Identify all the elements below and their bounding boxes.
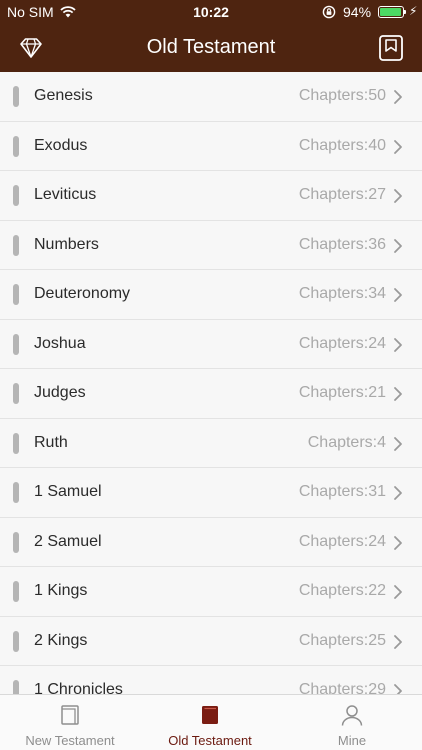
list-item[interactable]: 1 Samuel Chapters:31 [0,468,422,518]
chevron-right-icon [393,584,403,605]
row-marker [13,531,19,553]
list-item[interactable]: Genesis Chapters:50 [0,72,422,122]
charging-icon: ⚡ [409,4,418,18]
tab-old-testament[interactable]: Old Testament [140,695,280,750]
chapter-count: Chapters:34 [298,285,386,302]
row-marker [13,482,19,503]
list-item[interactable]: Leviticus Chapters:27 [0,171,422,221]
chapter-count: Chapters:36 [298,235,386,253]
navigation-bar: Old Testament [0,24,422,72]
book-name: Judges [34,384,86,401]
bookmark-icon[interactable] [378,34,404,67]
tab-label: Mine [337,733,367,748]
chapter-count: Chapters:50 [298,87,386,104]
row-marker [13,333,19,355]
row-marker [13,680,19,694]
battery-nub [404,10,406,14]
book-name: 2 Samuel [34,532,102,550]
status-bar: No SIM 10:22 94% ⚡ [0,0,422,24]
row-marker [13,234,19,256]
list-item[interactable]: Ruth Chapters:4 [0,418,422,468]
book-list[interactable]: Genesis Chapters:50 Exodus Chapters:40 Levit… [0,72,422,694]
row-marker [13,630,19,652]
row-marker [13,383,19,404]
chevron-right-icon [393,139,403,160]
chapter-count: Chapters:24 [298,334,386,352]
row-marker [13,185,19,206]
book-name: Exodus [34,136,88,154]
orientation-lock-icon [322,5,336,22]
book-outline-icon [58,703,82,732]
row-marker [13,581,19,602]
book-name: Ruth [34,433,68,451]
chapter-count: Chapters:31 [298,483,386,500]
chapter-count: Chapters:25 [298,631,386,649]
chevron-right-icon [393,683,403,694]
chevron-right-icon [393,436,403,457]
tab-label: New Testament [25,733,115,748]
chevron-right-icon [393,337,403,358]
list-item[interactable]: 1 Kings Chapters:22 [0,567,422,617]
tab-label: Old Testament [168,733,252,748]
page-title: Old Testament [146,36,276,58]
battery-percent: 94% [343,4,372,20]
list-item[interactable]: 1 Chronicles Chapters:29 [0,666,422,694]
chapter-count: Chapters:40 [298,136,386,154]
chevron-right-icon [393,386,403,407]
chapter-count: Chapters:29 [298,681,386,694]
battery-icon [378,6,404,18]
chevron-right-icon [393,238,403,259]
row-marker [13,135,19,157]
book-name: Deuteronomy [34,285,131,302]
list-item[interactable]: 2 Samuel Chapters:24 [0,517,422,567]
chevron-right-icon [393,188,403,209]
list-item[interactable]: 2 Kings Chapters:25 [0,616,422,666]
list-item[interactable]: Numbers Chapters:36 [0,220,422,270]
list-item[interactable]: Exodus Chapters:40 [0,121,422,171]
book-name: Joshua [34,334,86,352]
chevron-right-icon [393,634,403,655]
chevron-right-icon [393,287,403,308]
tab-bar: New Testament Old Testament Mine [0,694,422,750]
chapter-count: Chapters:21 [298,384,386,401]
book-name: 1 Samuel [34,483,102,500]
tab-mine[interactable]: Mine [282,695,422,750]
person-icon [340,703,364,732]
list-item[interactable]: Judges Chapters:21 [0,369,422,419]
chapter-count: Chapters:27 [298,186,386,203]
tab-new-testament[interactable]: New Testament [0,695,140,750]
book-name: 1 Kings [34,582,88,599]
chapter-count: Chapters:24 [298,532,386,550]
book-name: 1 Chronicles [34,681,123,694]
chapter-count: Chapters:4 [307,433,386,451]
row-marker [13,284,19,305]
row-marker [13,432,19,454]
chevron-right-icon [393,535,403,556]
chevron-right-icon [393,485,403,506]
chevron-right-icon [393,89,403,110]
book-name: Leviticus [34,186,97,203]
list-item[interactable]: Joshua Chapters:24 [0,319,422,369]
book-name: Genesis [34,87,93,104]
book-filled-icon [198,703,222,732]
chapter-count: Chapters:22 [298,582,386,599]
row-marker [13,86,19,107]
book-name: 2 Kings [34,631,88,649]
book-name: Numbers [34,235,99,253]
list-item[interactable]: Deuteronomy Chapters:34 [0,270,422,320]
